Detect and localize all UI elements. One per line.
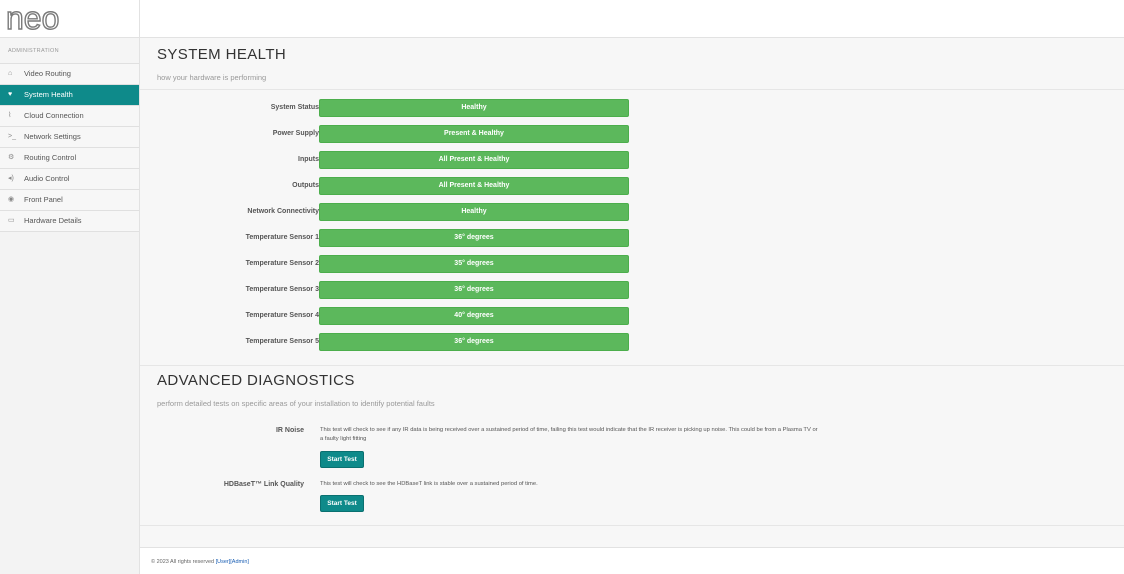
status-label: Temperature Sensor 3 xyxy=(245,286,319,293)
sidebar-item-cloud-connection[interactable]: ⌇ Cloud Connection xyxy=(0,106,139,127)
diagnostics-title: ADVANCED DIAGNOSTICS xyxy=(157,372,355,389)
start-test-ir-button[interactable]: Start Test xyxy=(320,451,364,468)
terminal-icon: >_ xyxy=(8,133,16,140)
top-bar xyxy=(140,0,1124,38)
status-label: Power Supply xyxy=(272,130,319,137)
footer-text: © 2023 All rights reserved [User][Admin] xyxy=(151,559,249,565)
status-row: Inputs All Present & Healthy xyxy=(140,151,1124,169)
status-badge: 36° degrees xyxy=(319,281,629,299)
status-label: Temperature Sensor 4 xyxy=(245,312,319,319)
target-icon: ◉ xyxy=(8,196,15,203)
status-badge: 35° degrees xyxy=(319,255,629,273)
status-row: Temperature Sensor 4 40° degrees xyxy=(140,307,1124,325)
status-row: Temperature Sensor 1 36° degrees xyxy=(140,229,1124,247)
status-label: Temperature Sensor 2 xyxy=(245,260,319,267)
sidebar-item-label: Audio Control xyxy=(24,174,70,183)
diagnostics-header: ADVANCED DIAGNOSTICS perform detailed te… xyxy=(140,372,435,408)
sidebar-item-label: Front Panel xyxy=(24,195,63,204)
page-subtitle: how your hardware is performing xyxy=(157,73,267,82)
system-health-header: SYSTEM HEALTH how your hardware is perfo… xyxy=(140,46,286,82)
status-label: System Status xyxy=(270,104,319,111)
status-label: Temperature Sensor 5 xyxy=(245,338,319,345)
status-badge: 36° degrees xyxy=(319,333,629,351)
diagnostics-subtitle: perform detailed tests on specific areas… xyxy=(157,399,435,408)
status-row: Network Connectivity Healthy xyxy=(140,203,1124,221)
heart-icon: ♥ xyxy=(8,91,13,98)
logo-area: neo xyxy=(0,0,139,38)
sidebar-item-video-routing[interactable]: ⌂ Video Routing xyxy=(0,64,139,85)
user-link[interactable]: [User] xyxy=(216,559,231,565)
sidebar-item-audio-control[interactable]: ◂) Audio Control xyxy=(0,169,139,190)
status-badge: 36° degrees xyxy=(319,229,629,247)
sidebar-item-label: System Health xyxy=(24,90,73,99)
diag-description: This test will check to see if any IR da… xyxy=(320,427,818,442)
app-root: neo ADMINISTRATION ⌂ Video Routing ♥ System… xyxy=(0,0,1124,574)
status-badge: All Present & Healthy xyxy=(319,177,629,195)
sidebar-item-network-settings[interactable]: >_ Network Settings xyxy=(0,127,139,148)
diag-label: IR Noise xyxy=(275,427,304,434)
status-row: Temperature Sensor 3 36° degrees xyxy=(140,281,1124,299)
status-label: Temperature Sensor 1 xyxy=(245,234,319,241)
sidebar-item-label: Cloud Connection xyxy=(24,111,84,120)
rss-icon: ⌇ xyxy=(8,112,12,119)
status-label: Inputs xyxy=(298,156,319,163)
sidebar-item-label: Video Routing xyxy=(24,69,71,78)
sidebar-item-system-health[interactable]: ♥ System Health xyxy=(0,85,139,106)
footer: © 2023 All rights reserved [User][Admin] xyxy=(140,547,1124,574)
sidebar-item-front-panel[interactable]: ◉ Front Panel xyxy=(0,190,139,211)
status-row: Power Supply Present & Healthy xyxy=(140,125,1124,143)
diag-description: This test will check to see the HDBaseT … xyxy=(320,481,538,487)
sidebar-item-label: Network Settings xyxy=(24,132,81,141)
gears-icon: ⚙ xyxy=(8,154,15,161)
sidebar: neo ADMINISTRATION ⌂ Video Routing ♥ System… xyxy=(0,0,140,574)
neo-logo: neo xyxy=(6,3,60,33)
sidebar-item-hardware-details[interactable]: ▭ Hardware Details xyxy=(0,211,139,232)
status-label: Outputs xyxy=(292,182,319,189)
hdd-icon: ▭ xyxy=(8,217,15,224)
sidebar-item-routing-control[interactable]: ⚙ Routing Control xyxy=(0,148,139,169)
status-row: System Status Healthy xyxy=(140,99,1124,117)
status-badge: Healthy xyxy=(319,203,629,221)
main-content: SYSTEM HEALTH how your hardware is perfo… xyxy=(140,38,1124,547)
page-title: SYSTEM HEALTH xyxy=(157,46,287,63)
copyright-text: © 2023 All rights reserved xyxy=(151,559,215,565)
start-test-hdbaset-button[interactable]: Start Test xyxy=(320,495,364,512)
status-badge: Present & Healthy xyxy=(319,125,629,143)
divider xyxy=(140,365,1124,366)
sidebar-section-label: ADMINISTRATION xyxy=(0,38,139,64)
sidebar-item-label: Routing Control xyxy=(24,153,77,162)
divider xyxy=(140,89,1124,90)
diag-label: HDBaseT™ Link Quality xyxy=(223,481,304,488)
status-badge: Healthy xyxy=(319,99,629,117)
status-row: Outputs All Present & Healthy xyxy=(140,177,1124,195)
divider xyxy=(140,525,1124,526)
status-row: Temperature Sensor 5 36° degrees xyxy=(140,333,1124,351)
admin-link[interactable]: [Admin] xyxy=(230,559,249,565)
status-badge: 40° degrees xyxy=(319,307,629,325)
svg-text:neo: neo xyxy=(6,3,59,33)
house-icon: ⌂ xyxy=(8,70,13,77)
status-label: Network Connectivity xyxy=(247,208,319,215)
sidebar-nav: ⌂ Video Routing ♥ System Health ⌇ Cloud Conne… xyxy=(0,64,139,232)
status-badge: All Present & Healthy xyxy=(319,151,629,169)
volume-icon: ◂) xyxy=(8,175,14,182)
status-row: Temperature Sensor 2 35° degrees xyxy=(140,255,1124,273)
sidebar-item-label: Hardware Details xyxy=(24,216,82,225)
